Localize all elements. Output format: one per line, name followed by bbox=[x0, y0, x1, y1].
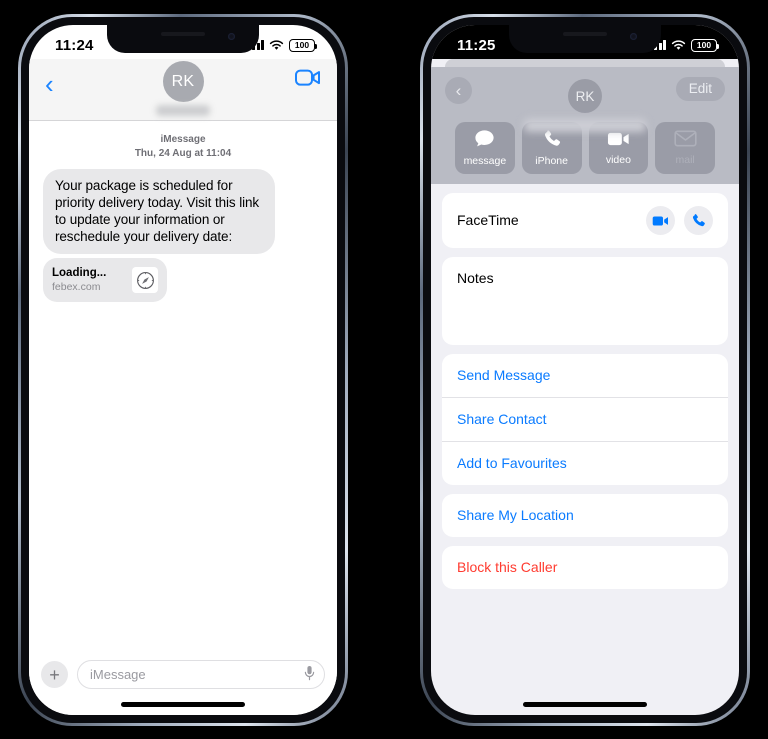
message-thread: iMessage Thu, 24 Aug at 11:04 Your packa… bbox=[29, 121, 337, 652]
home-indicator[interactable] bbox=[523, 702, 647, 707]
notes-row: Notes bbox=[442, 257, 728, 300]
screenshot-stage: 11:24 100 ‹ RK iMessage Thu, 24 Aug at 1… bbox=[0, 0, 768, 739]
contact-identity: RK bbox=[431, 79, 739, 132]
send-message-row[interactable]: Send Message bbox=[442, 354, 728, 397]
share-my-location-row[interactable]: Share My Location bbox=[442, 494, 728, 537]
location-card: Share My Location bbox=[442, 494, 728, 537]
message-bubble-icon bbox=[474, 129, 495, 153]
contact-card-screen: 11:25 100 ‹ Edit RK message iPhone video… bbox=[431, 25, 739, 715]
search-input[interactable]: iMessage bbox=[77, 660, 325, 689]
add-to-favourites-row[interactable]: Add to Favourites bbox=[442, 441, 728, 485]
battery-level: 100 bbox=[294, 39, 310, 50]
contact-actions-card: Send Message Share Contact Add to Favour… bbox=[442, 354, 728, 485]
conversation-header: ‹ RK bbox=[29, 59, 337, 121]
microphone-icon[interactable] bbox=[304, 665, 315, 684]
link-preview-host: febex.com bbox=[52, 281, 101, 293]
earpiece-speaker bbox=[161, 32, 205, 36]
notch bbox=[509, 25, 661, 53]
share-contact-row[interactable]: Share Contact bbox=[442, 397, 728, 441]
facetime-row: FaceTime bbox=[442, 193, 728, 248]
status-time: 11:24 bbox=[55, 36, 94, 54]
battery-icon: 100 bbox=[289, 38, 318, 52]
link-preview-title: Loading... bbox=[52, 267, 107, 279]
messages-screen: 11:24 100 ‹ RK iMessage Thu, 24 Aug at 1… bbox=[29, 25, 337, 715]
block-this-caller-row[interactable]: Block this Caller bbox=[442, 546, 728, 589]
contact-name-redacted bbox=[524, 119, 646, 132]
avatar: RK bbox=[568, 79, 602, 113]
phone-bezel: 11:25 100 ‹ Edit RK message iPhone video… bbox=[423, 17, 747, 723]
message-bubble-incoming: Your package is scheduled for priority d… bbox=[43, 169, 275, 254]
sheet-stack-edge bbox=[445, 59, 725, 67]
action-label: video bbox=[605, 153, 631, 166]
video-camera-icon[interactable] bbox=[646, 206, 675, 235]
timestamp-text: Thu, 24 Aug at 11:04 bbox=[134, 148, 232, 159]
plus-icon[interactable]: + bbox=[41, 661, 68, 688]
action-label: mail bbox=[675, 154, 695, 167]
link-preview-card[interactable]: Loading... febex.com bbox=[43, 258, 167, 302]
phone-right-contact-card: 11:25 100 ‹ Edit RK message iPhone video… bbox=[420, 14, 750, 726]
video-camera-icon bbox=[607, 131, 630, 152]
service-label: iMessage bbox=[160, 134, 206, 145]
block-card: Block this Caller bbox=[442, 546, 728, 589]
wifi-icon bbox=[269, 39, 284, 51]
battery-icon: 100 bbox=[691, 38, 720, 52]
link-preview-text: Loading... febex.com bbox=[52, 266, 124, 294]
action-label: message bbox=[463, 155, 507, 168]
contact-hero: ‹ Edit RK message iPhone video mail bbox=[431, 67, 739, 184]
message-timestamp: iMessage Thu, 24 Aug at 11:04 bbox=[43, 133, 323, 161]
wifi-icon bbox=[671, 39, 686, 51]
front-camera bbox=[228, 33, 235, 40]
facetime-card: FaceTime bbox=[442, 193, 728, 248]
imessage-placeholder: iMessage bbox=[90, 667, 146, 682]
phone-bezel: 11:24 100 ‹ RK iMessage Thu, 24 Aug at 1… bbox=[21, 17, 345, 723]
contact-name-redacted bbox=[156, 105, 210, 116]
notch bbox=[107, 25, 259, 53]
avatar: RK bbox=[162, 61, 204, 102]
phone-left-messages: 11:24 100 ‹ RK iMessage Thu, 24 Aug at 1… bbox=[18, 14, 348, 726]
earpiece-speaker bbox=[563, 32, 607, 36]
notes-card[interactable]: Notes bbox=[442, 257, 728, 345]
home-indicator[interactable] bbox=[121, 702, 245, 707]
status-time: 11:25 bbox=[457, 36, 496, 54]
action-label: iPhone bbox=[535, 155, 568, 168]
battery-level: 100 bbox=[696, 39, 712, 50]
phone-handset-icon bbox=[542, 129, 562, 153]
facetime-label: FaceTime bbox=[457, 212, 519, 228]
front-camera bbox=[630, 33, 637, 40]
facetime-buttons bbox=[646, 206, 713, 235]
conversation-contact[interactable]: RK bbox=[29, 61, 337, 116]
notes-label: Notes bbox=[457, 270, 494, 286]
safari-compass-icon bbox=[132, 267, 158, 293]
envelope-icon bbox=[674, 130, 697, 152]
phone-handset-icon[interactable] bbox=[684, 206, 713, 235]
